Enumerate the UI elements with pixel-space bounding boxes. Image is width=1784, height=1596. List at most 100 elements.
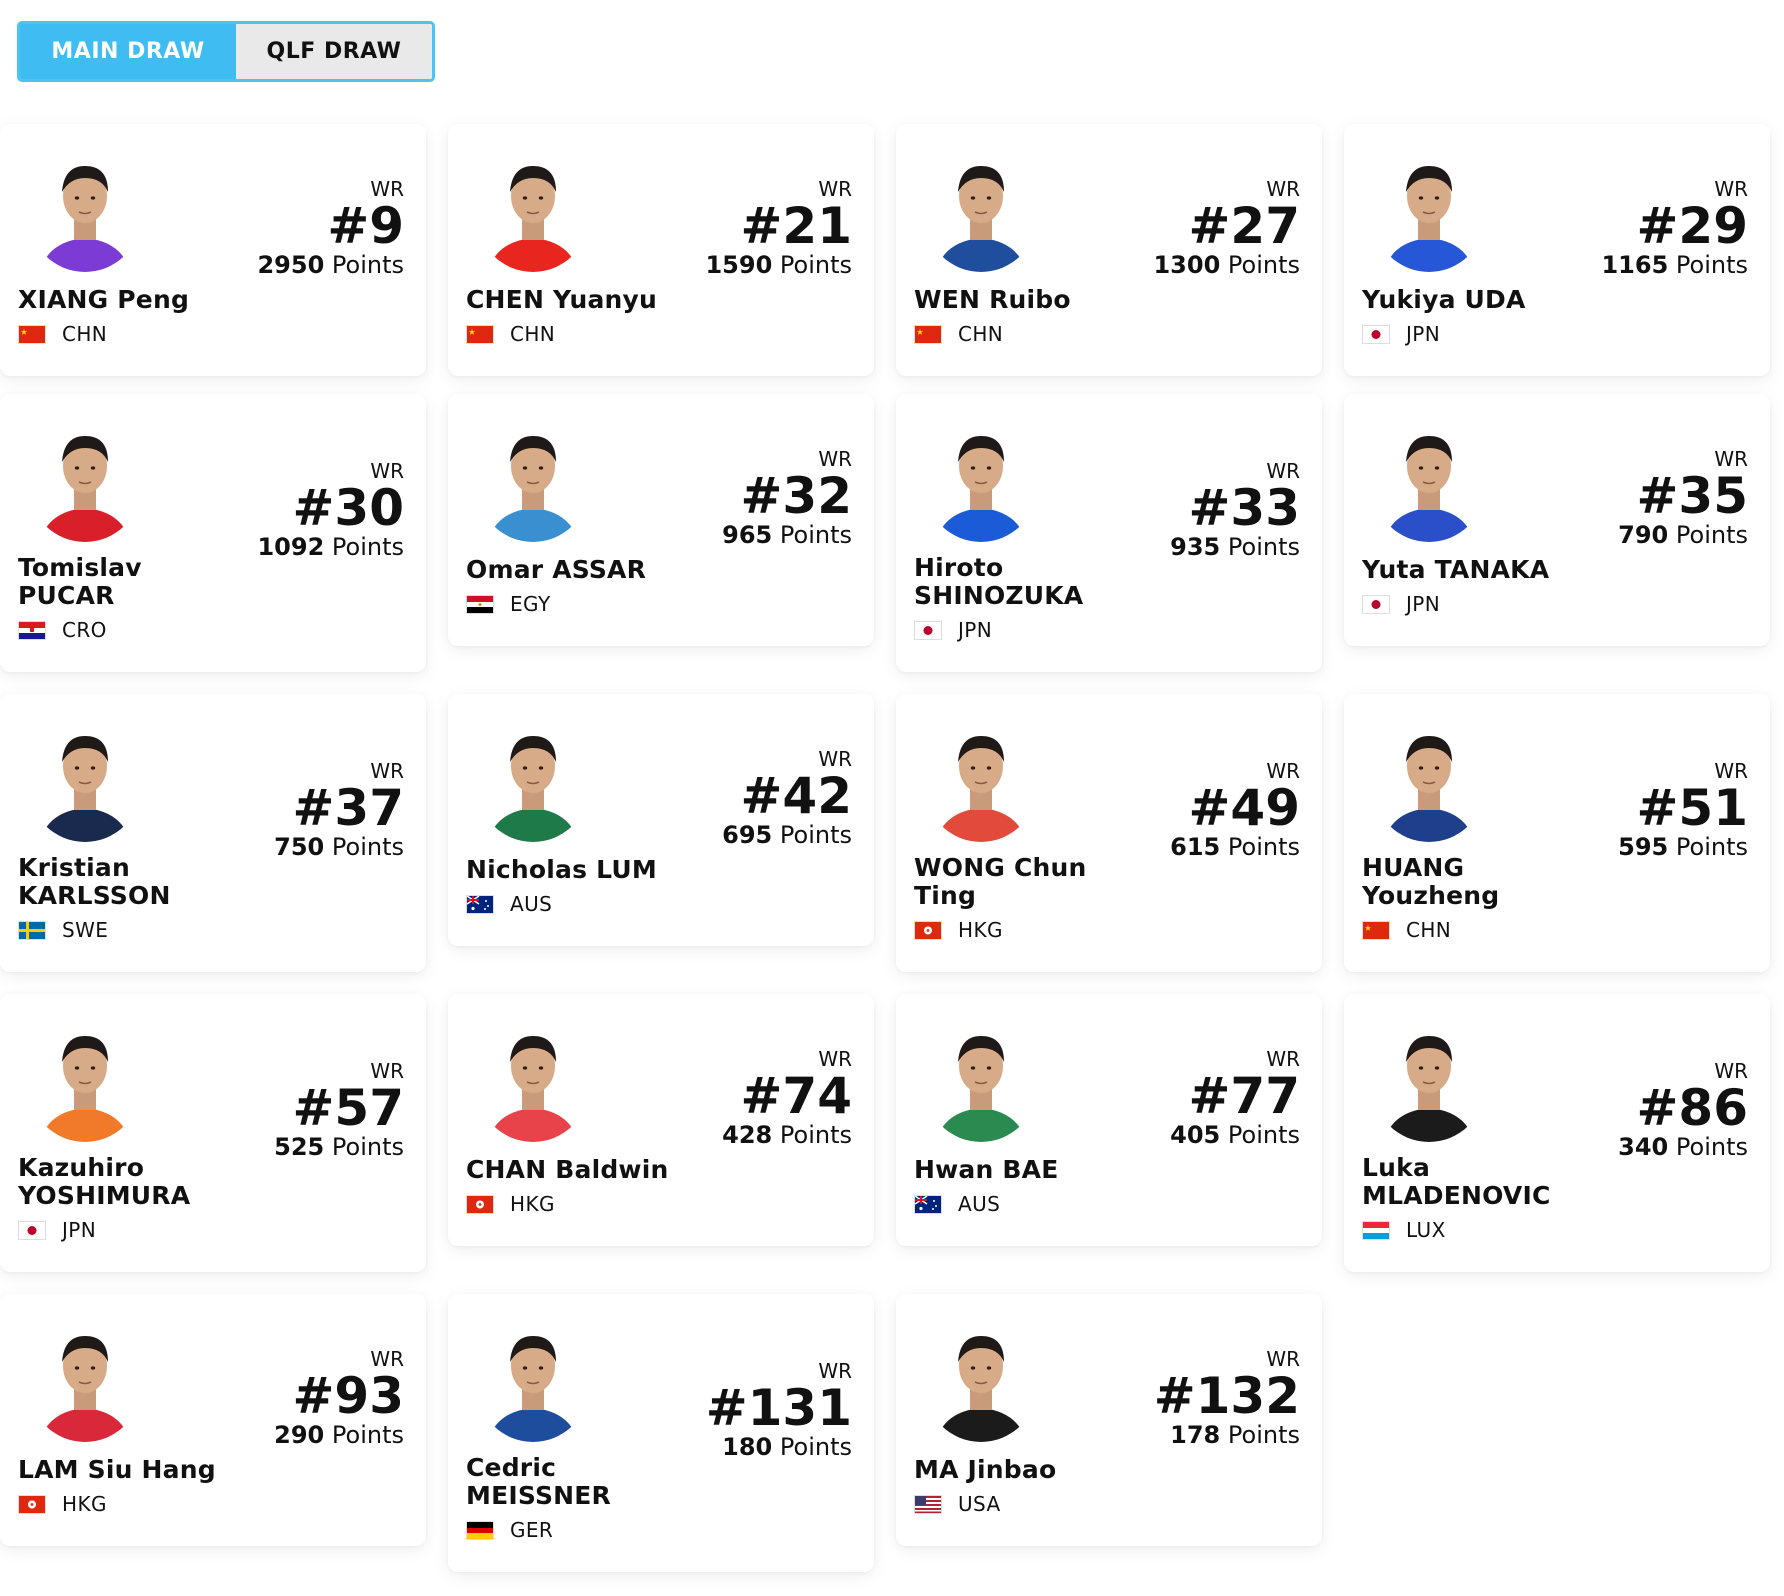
player-country: CHN <box>466 322 657 346</box>
points-suffix: Points <box>1220 833 1300 861</box>
country-code: CHN <box>1406 918 1452 942</box>
player-name[interactable]: WONG Chun Ting <box>914 854 1087 910</box>
player-card[interactable]: CHAN Baldwin HKG WR #74 428 Points <box>448 994 874 1246</box>
player-photo <box>478 420 588 552</box>
points-value: 615 <box>1170 833 1221 861</box>
player-country: JPN <box>18 1218 190 1242</box>
points-suffix: Points <box>324 533 404 561</box>
world-ranking: WR #132 178 Points <box>1154 1348 1300 1448</box>
points-value: 180 <box>722 1433 773 1461</box>
country-flag-icon <box>914 620 942 640</box>
country-code: CHN <box>958 322 1004 346</box>
player-card[interactable]: HUANG Youzheng CHN WR #51 595 Points <box>1344 694 1770 972</box>
player-name[interactable]: Yukiya UDA <box>1362 286 1526 314</box>
ranking-points: 180 Points <box>706 1434 852 1460</box>
ranking-points: 1590 Points <box>705 252 852 278</box>
player-name[interactable]: Hiroto SHINOZUKA <box>914 554 1083 610</box>
player-name[interactable]: Yuta TANAKA <box>1362 556 1549 584</box>
draw-tabs: MAIN DRAW QLF DRAW <box>17 21 435 82</box>
player-name[interactable]: Cedric MEISSNER <box>466 1454 611 1510</box>
country-code: HKG <box>510 1192 555 1216</box>
player-photo <box>926 150 1036 282</box>
player-card[interactable]: CHEN Yuanyu CHN WR #21 1590 Points <box>448 124 874 376</box>
player-card[interactable]: Cedric MEISSNER GER WR #131 180 Points <box>448 1294 874 1572</box>
player-name[interactable]: CHEN Yuanyu <box>466 286 657 314</box>
player-card[interactable]: Hiroto SHINOZUKA JPN WR #33 935 Points <box>896 394 1322 672</box>
player-name[interactable]: Nicholas LUM <box>466 856 657 884</box>
player-name[interactable]: LAM Siu Hang <box>18 1456 216 1484</box>
tab-qlf-draw[interactable]: QLF DRAW <box>236 24 432 79</box>
player-card[interactable]: LAM Siu Hang HKG WR #93 290 Points <box>0 1294 426 1546</box>
points-suffix: Points <box>1668 521 1748 549</box>
country-code: SWE <box>62 918 109 942</box>
player-card[interactable]: Omar ASSAR EGY WR #32 965 Points <box>448 394 874 646</box>
player-photo <box>478 1320 588 1452</box>
points-suffix: Points <box>324 1421 404 1449</box>
rank-number: #29 <box>1636 197 1748 255</box>
player-card[interactable]: Nicholas LUM AUS WR #42 695 Points <box>448 694 874 946</box>
points-suffix: Points <box>1220 1421 1300 1449</box>
rank-number: #30 <box>292 479 404 537</box>
player-country: USA <box>914 1492 1056 1516</box>
world-ranking: WR #37 750 Points <box>274 760 404 860</box>
world-ranking: WR #21 1590 Points <box>705 178 852 278</box>
player-photo <box>1374 420 1484 552</box>
ranking-points: 695 Points <box>722 822 852 848</box>
points-value: 178 <box>1170 1421 1221 1449</box>
player-country: JPN <box>1362 322 1526 346</box>
player-name[interactable]: XIANG Peng <box>18 286 189 314</box>
points-suffix: Points <box>1220 1121 1300 1149</box>
points-value: 750 <box>274 833 325 861</box>
country-code: EGY <box>510 592 551 616</box>
ranking-points: 525 Points <box>274 1134 404 1160</box>
points-value: 290 <box>274 1421 325 1449</box>
player-name[interactable]: Luka MLADENOVIC <box>1362 1154 1551 1210</box>
rank-number: #86 <box>1636 1079 1748 1137</box>
player-photo <box>926 420 1036 552</box>
player-card[interactable]: Hwan BAE AUS WR #77 405 Points <box>896 994 1322 1246</box>
ranking-points: 935 Points <box>1170 534 1300 560</box>
player-card[interactable]: MA Jinbao USA WR #132 178 Points <box>896 1294 1322 1546</box>
player-name[interactable]: Omar ASSAR <box>466 556 646 584</box>
player-name[interactable]: Hwan BAE <box>914 1156 1058 1184</box>
country-flag-icon <box>18 324 46 344</box>
player-name[interactable]: Tomislav PUCAR <box>18 554 142 610</box>
ranking-points: 790 Points <box>1618 522 1748 548</box>
points-suffix: Points <box>1220 251 1300 279</box>
player-name[interactable]: Kristian KARLSSON <box>18 854 171 910</box>
player-card[interactable]: XIANG Peng CHN WR #9 2950 Points <box>0 124 426 376</box>
player-card[interactable]: Yuta TANAKA JPN WR #35 790 Points <box>1344 394 1770 646</box>
points-suffix: Points <box>1220 533 1300 561</box>
world-ranking: WR #74 428 Points <box>722 1048 852 1148</box>
tab-main-draw[interactable]: MAIN DRAW <box>20 24 236 79</box>
player-info: LAM Siu Hang HKG <box>18 1456 216 1516</box>
world-ranking: WR #93 290 Points <box>274 1348 404 1448</box>
player-card[interactable]: Kristian KARLSSON SWE WR #37 750 Points <box>0 694 426 972</box>
country-flag-icon <box>18 1494 46 1514</box>
player-card[interactable]: Yukiya UDA JPN WR #29 1165 Points <box>1344 124 1770 376</box>
player-country: CHN <box>914 322 1071 346</box>
player-card[interactable]: WONG Chun Ting HKG WR #49 615 Points <box>896 694 1322 972</box>
country-flag-icon <box>1362 594 1390 614</box>
rank-number: #49 <box>1188 779 1300 837</box>
world-ranking: WR #77 405 Points <box>1170 1048 1300 1148</box>
ranking-points: 178 Points <box>1154 1422 1300 1448</box>
player-card[interactable]: WEN Ruibo CHN WR #27 1300 Points <box>896 124 1322 376</box>
player-card[interactable]: Tomislav PUCAR CRO WR #30 1092 Points <box>0 394 426 672</box>
player-name[interactable]: WEN Ruibo <box>914 286 1071 314</box>
player-name[interactable]: MA Jinbao <box>914 1456 1056 1484</box>
player-name[interactable]: CHAN Baldwin <box>466 1156 669 1184</box>
player-name[interactable]: Kazuhiro YOSHIMURA <box>18 1154 190 1210</box>
ranking-points: 290 Points <box>274 1422 404 1448</box>
player-card[interactable]: Kazuhiro YOSHIMURA JPN WR #57 525 Points <box>0 994 426 1272</box>
player-country: HKG <box>18 1492 216 1516</box>
player-country: LUX <box>1362 1218 1551 1242</box>
country-flag-icon <box>466 1520 494 1540</box>
ranking-points: 615 Points <box>1170 834 1300 860</box>
player-name[interactable]: HUANG Youzheng <box>1362 854 1499 910</box>
world-ranking: WR #51 595 Points <box>1618 760 1748 860</box>
country-flag-icon <box>914 1194 942 1214</box>
player-card[interactable]: Luka MLADENOVIC LUX WR #86 340 Points <box>1344 994 1770 1272</box>
world-ranking: WR #86 340 Points <box>1618 1060 1748 1160</box>
world-ranking: WR #57 525 Points <box>274 1060 404 1160</box>
